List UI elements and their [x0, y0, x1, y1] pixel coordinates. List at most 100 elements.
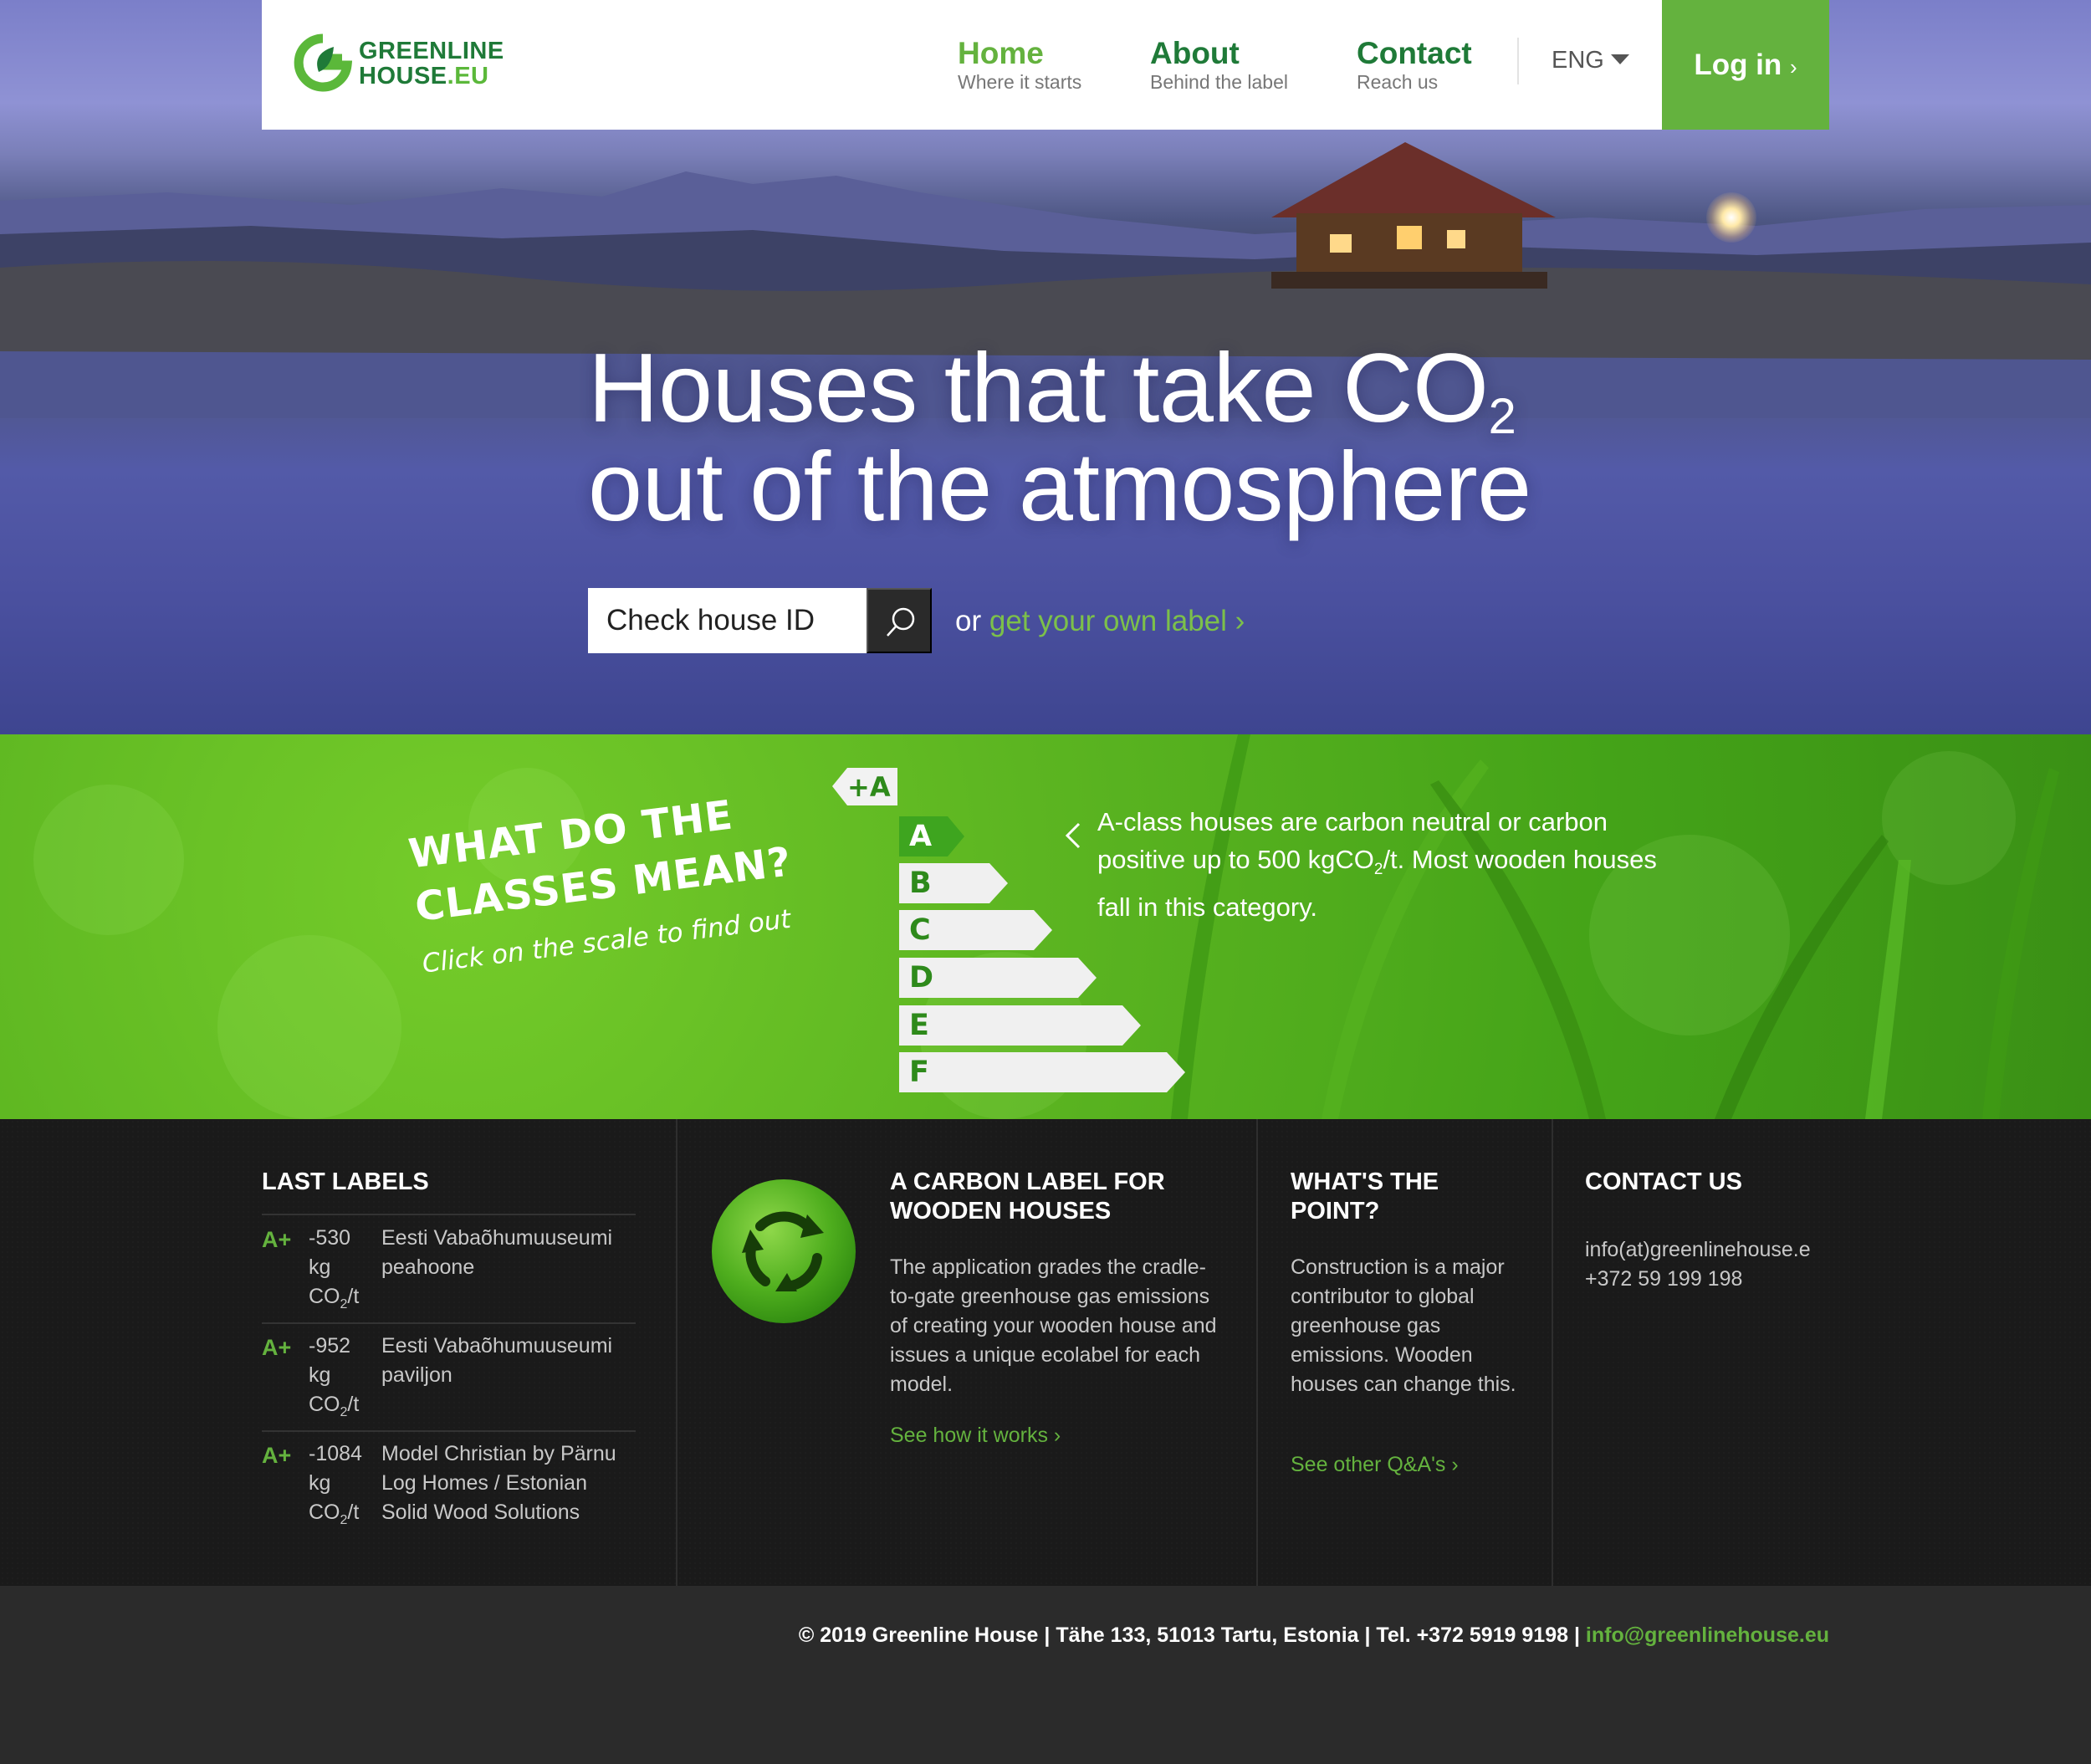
class-a-label: A [909, 820, 933, 853]
label-value-per-t: /t [347, 1501, 360, 1524]
class-description: A-class houses are carbon neutral or car… [1097, 803, 1666, 926]
house-id-search [588, 588, 932, 653]
leaf-logo-icon [294, 33, 352, 92]
label-row[interactable]: A+ -1084 kg CO2/t Model Christian by Pärnu… [262, 1431, 636, 1538]
see-other-qa-link[interactable]: See other Q&A's › [1291, 1453, 1459, 1477]
class-a[interactable]: A [899, 816, 964, 856]
language-label: ENG [1552, 47, 1604, 74]
label-value-co: CO [309, 1501, 340, 1524]
label-value-co: CO [309, 1285, 340, 1308]
get-own-label-link[interactable]: get your own label › [989, 605, 1245, 637]
see-how-it-works-link[interactable]: See how it works › [890, 1424, 1061, 1448]
nav-home[interactable]: Home Where it starts [958, 37, 1081, 94]
class-d[interactable]: D [899, 958, 1097, 998]
contact-phone[interactable]: +372 59 199 198 [1585, 1265, 1742, 1294]
chevron-left-icon [1065, 822, 1081, 849]
nav-about-subtitle: Behind the label [1150, 71, 1288, 93]
column-divider [1552, 1119, 1553, 1586]
chevron-right-icon: › [1790, 54, 1797, 79]
login-button[interactable]: Log in › [1662, 0, 1829, 130]
label-value-per-t: /t [347, 1285, 360, 1308]
class-aplus[interactable]: +A [832, 768, 897, 805]
class-e-shape [899, 1005, 1141, 1046]
class-c[interactable]: C [899, 910, 1052, 950]
greenline-logo[interactable]: GREENLINE HOUSE.EU [294, 33, 504, 92]
column-divider [676, 1119, 677, 1586]
label-value-number: -1084 [309, 1442, 362, 1465]
class-b[interactable]: B [899, 863, 1008, 903]
logo-text: GREENLINE HOUSE.EU [359, 38, 504, 89]
carbon-label-text: The application grades the cradle-to-gat… [890, 1255, 1217, 1396]
label-value: -530 kg CO2/t [309, 1224, 376, 1319]
class-c-label: C [909, 913, 931, 947]
contact-email[interactable]: info(at)greenlinehouse.e [1585, 1235, 1811, 1265]
top-navigation: GREENLINE HOUSE.EU Home Where it starts … [262, 0, 1829, 130]
label-row[interactable]: A+ -952 kg CO2/t Eesti Vabaõhumuuseumi pav… [262, 1323, 636, 1430]
column-divider [1256, 1119, 1258, 1586]
lamp-glow [1706, 192, 1756, 243]
label-grade: A+ [262, 1227, 292, 1252]
cabin-illustration [1271, 142, 1556, 289]
label-value: -952 kg CO2/t [309, 1332, 376, 1427]
label-name: Eesti Vabaõhumuuseumi peahoone [381, 1226, 613, 1279]
own-label-prompt: or get your own label › [955, 605, 1245, 638]
label-value: -1084 kg CO2/t [309, 1439, 376, 1535]
label-value-kg: kg [309, 1255, 331, 1279]
point-text: Construction is a major contributor to g… [1291, 1255, 1516, 1396]
nav-home-title: Home [958, 36, 1044, 70]
label-grade: A+ [262, 1443, 292, 1468]
logo-house: HOUSE [359, 63, 447, 89]
footer-bar [0, 1586, 2091, 1764]
point-heading: WHAT'S THE POINT? [1291, 1168, 1439, 1225]
label-grade: A+ [262, 1335, 292, 1360]
caret-down-icon [1610, 54, 1629, 64]
nav-home-subtitle: Where it starts [958, 71, 1082, 93]
label-row[interactable]: A+ -530 kg CO2/t Eesti Vabaõhumuuseumi pea… [262, 1215, 636, 1322]
class-e[interactable]: E [899, 1005, 1141, 1046]
nav-contact-subtitle: Reach us [1357, 71, 1439, 93]
label-value-co: CO [309, 1393, 340, 1416]
bokeh-circle [217, 935, 401, 1119]
logo-eu: .EU [447, 63, 489, 89]
class-description-subscript: 2 [1373, 861, 1383, 879]
last-labels-heading: LAST LABELS [262, 1168, 429, 1195]
label-value-number: -530 [309, 1226, 351, 1250]
grass-blades-illustration [1171, 734, 2059, 1119]
headline-part-2: out of the atmosphere [588, 432, 1531, 541]
logo-line-1: GREENLINE [359, 38, 504, 64]
nav-about-title: About [1150, 36, 1240, 70]
nav-about[interactable]: About Behind the label [1150, 37, 1288, 94]
class-f-shape [899, 1052, 1185, 1092]
carbon-label-heading: A CARBON LABEL FOR WOODEN HOUSES [890, 1168, 1165, 1225]
copyright-text: © 2019 Greenline House | Tähe 133, 51013… [798, 1623, 1580, 1647]
nav-contact-title: Contact [1357, 36, 1472, 70]
nav-divider [1517, 38, 1519, 84]
contact-heading: CONTACT US [1585, 1168, 1742, 1195]
hero-headline: Houses that take CO2 out of the atmospher… [588, 339, 1531, 536]
label-value-number: -952 [309, 1334, 351, 1358]
search-icon [887, 607, 915, 637]
bokeh-circle [33, 785, 184, 935]
label-value-per-t: /t [347, 1393, 360, 1416]
headline-part-1: Houses that take CO [588, 333, 1489, 442]
nav-contact[interactable]: Contact Reach us [1357, 37, 1472, 94]
copyright: © 2019 Greenline House | Tähe 133, 51013… [799, 1623, 1829, 1648]
class-aplus-label: +A [847, 771, 891, 803]
label-value-kg: kg [309, 1471, 331, 1495]
recycle-icon [712, 1179, 856, 1323]
house-id-input[interactable] [588, 588, 867, 653]
class-e-label: E [909, 1009, 929, 1042]
class-f-label: F [909, 1056, 929, 1089]
logo-line-2: HOUSE.EU [359, 64, 504, 89]
hero-section: GREENLINE HOUSE.EU Home Where it starts … [0, 0, 2091, 734]
language-selector[interactable]: ENG [1552, 47, 1629, 74]
label-name: Model Christian by Pärnu Log Homes / Est… [381, 1442, 616, 1524]
login-label: Log in [1694, 49, 1782, 81]
search-button[interactable] [867, 588, 932, 653]
class-b-label: B [909, 867, 932, 900]
footer-email-link[interactable]: info@greenlinehouse.eu [1586, 1623, 1829, 1647]
or-word: or [955, 605, 982, 637]
label-value-kg: kg [309, 1363, 331, 1387]
class-f[interactable]: F [899, 1052, 1185, 1092]
label-name: Eesti Vabaõhumuuseumi paviljon [381, 1334, 613, 1387]
